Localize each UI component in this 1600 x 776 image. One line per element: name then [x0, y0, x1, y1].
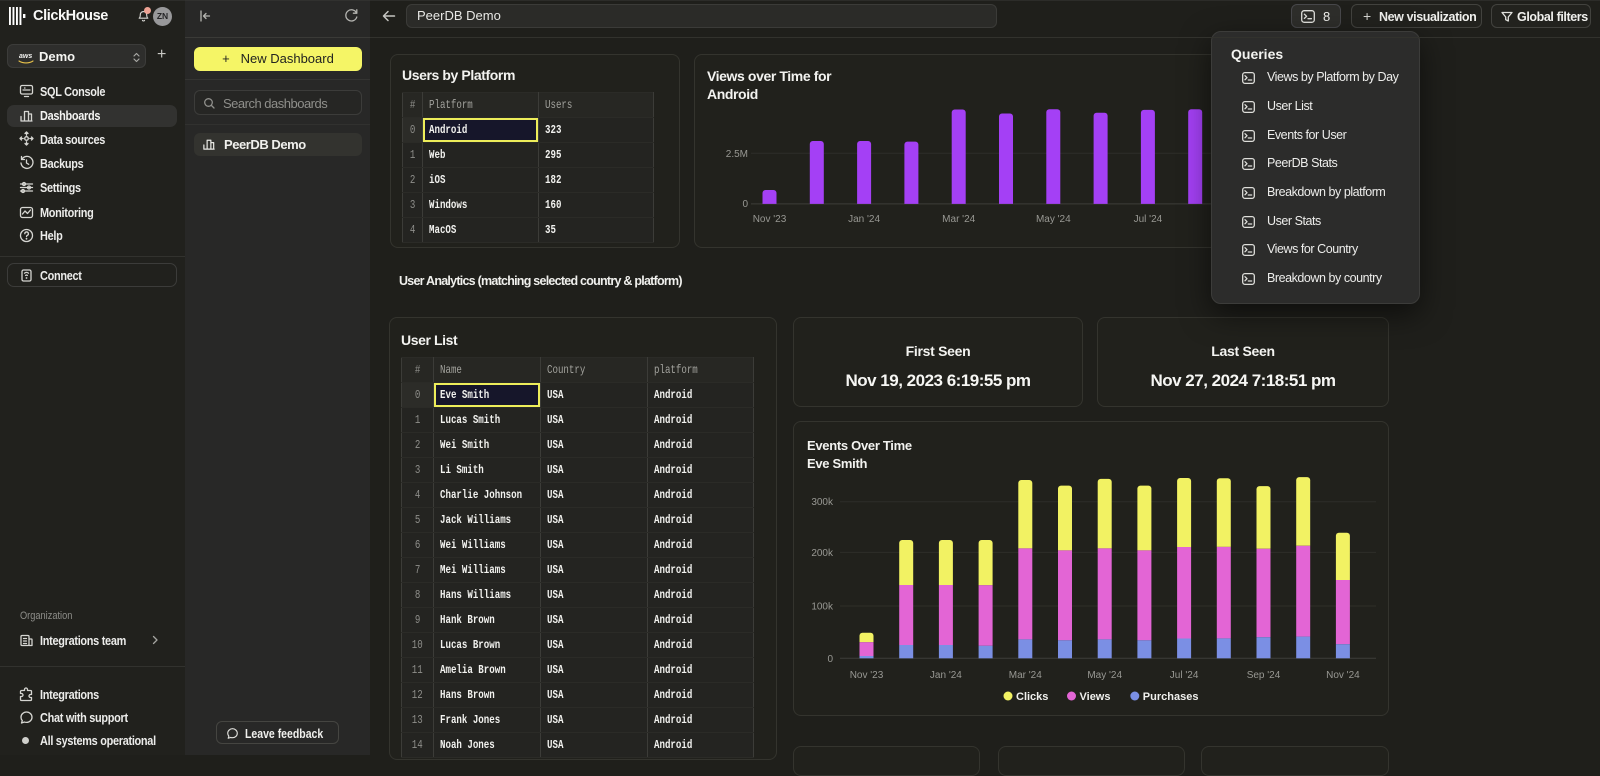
svg-text:Mar '24: Mar '24 — [942, 214, 975, 225]
svg-text:Purchases: Purchases — [1143, 691, 1199, 703]
svg-text:200k: 200k — [811, 548, 834, 559]
svg-text:0: 0 — [827, 654, 833, 665]
svg-text:Jul '24: Jul '24 — [1170, 670, 1199, 681]
svg-text:Jan '24: Jan '24 — [848, 214, 880, 225]
svg-text:0: 0 — [742, 199, 748, 210]
svg-text:Jan '24: Jan '24 — [930, 670, 962, 681]
svg-text:100k: 100k — [811, 602, 834, 613]
svg-text:Nov '23: Nov '23 — [850, 670, 884, 681]
svg-text:Jul '24: Jul '24 — [1134, 214, 1163, 225]
svg-text:May '24: May '24 — [1036, 214, 1071, 225]
svg-text:Nov '23: Nov '23 — [753, 214, 787, 225]
svg-text:Sep '24: Sep '24 — [1247, 670, 1281, 681]
svg-text:Views: Views — [1080, 691, 1111, 703]
svg-text:May '24: May '24 — [1087, 670, 1122, 681]
svg-text:300k: 300k — [811, 497, 834, 508]
svg-text:Nov '24: Nov '24 — [1326, 670, 1360, 681]
svg-text:2.5M: 2.5M — [726, 149, 748, 160]
svg-text:Mar '24: Mar '24 — [1009, 670, 1042, 681]
svg-text:Clicks: Clicks — [1016, 691, 1048, 703]
